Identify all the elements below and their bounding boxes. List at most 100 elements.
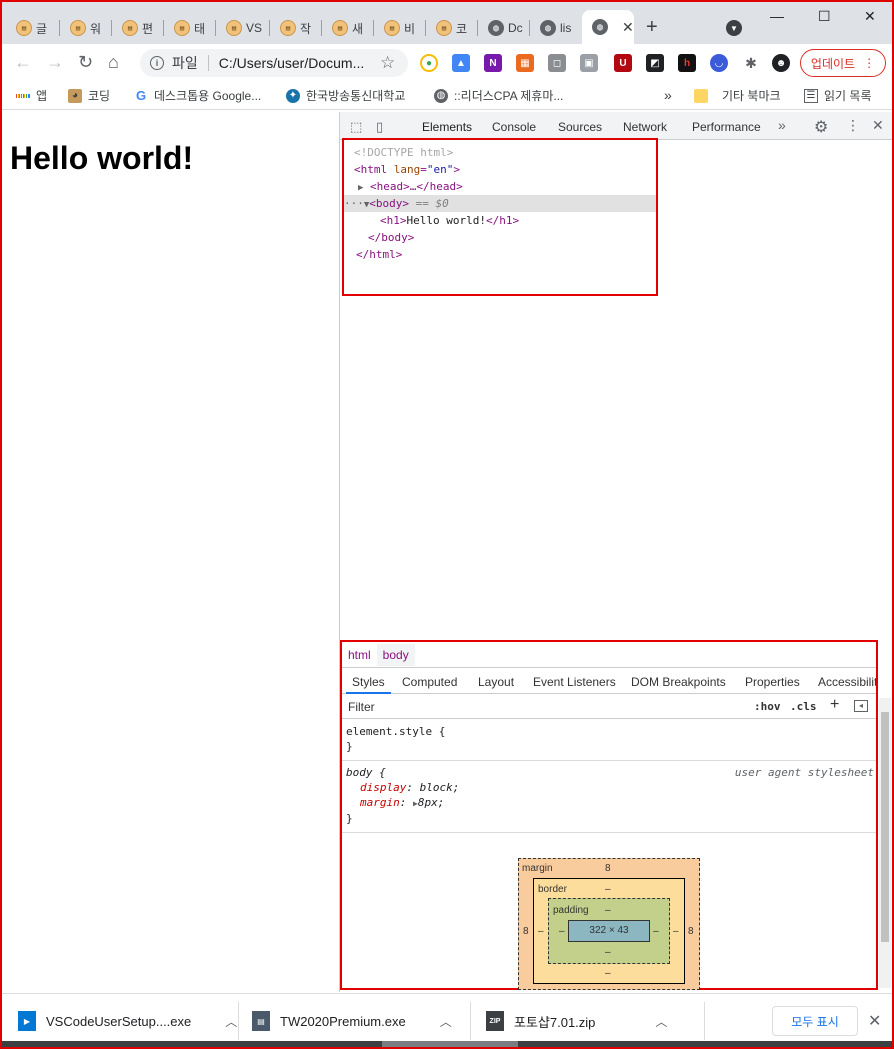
browser-window: ▤ 글 ▤ 워 ▤ 편 ▤ 태 ▤ VS ▤ 작 ▤ 새 ▤ 비 ▤ 코 ◍ D… — [0, 0, 894, 1049]
tab-sources[interactable]: Sources — [558, 120, 602, 134]
dom-body-selected[interactable]: ···▼<body> == $0 — [344, 195, 656, 212]
tab-7[interactable]: ▤ 새 — [322, 14, 374, 42]
close-shelf-icon[interactable]: ✕ — [868, 1011, 881, 1031]
download-item-vscode[interactable]: ▶ VSCodeUserSetup....exe ︿ — [18, 994, 237, 1047]
tab-search-icon[interactable]: ▼ — [726, 20, 742, 36]
subtab-dom-breakpoints[interactable]: DOM Breakpoints — [631, 675, 726, 689]
close-tab-icon[interactable]: ✕ — [622, 19, 634, 36]
box-content[interactable]: 322 × 43 — [568, 920, 650, 942]
tab-performance[interactable]: Performance — [692, 120, 761, 134]
tab-11[interactable]: ◍ lis — [530, 14, 582, 42]
tab-9[interactable]: ▤ 코 — [426, 14, 478, 42]
extension-screens-icon[interactable]: ▣ — [580, 54, 598, 72]
rule-body[interactable]: body { user agent stylesheet display: bl… — [342, 761, 876, 833]
tab-6[interactable]: ▤ 작 — [270, 14, 322, 42]
tab-active[interactable]: ◍ ✕ — [582, 10, 634, 44]
margin-left-value[interactable]: 8 — [523, 926, 529, 937]
tab-2[interactable]: ▤ 워 — [60, 14, 112, 42]
notebook-icon: ▤ — [16, 20, 32, 36]
reload-icon[interactable]: ↻ — [78, 52, 93, 73]
close-window-icon[interactable]: ✕ — [864, 8, 876, 25]
home-icon[interactable]: ⌂ — [108, 52, 119, 73]
tab-8[interactable]: ▤ 비 — [374, 14, 426, 42]
show-all-downloads-button[interactable]: 모두 표시 — [772, 1006, 858, 1036]
new-rule-icon[interactable]: + — [830, 696, 839, 714]
device-toolbar-icon[interactable]: ▯ — [376, 119, 383, 135]
profile-avatar[interactable]: ☻ — [772, 54, 790, 72]
bookmark-leaders-cpa[interactable]: ◍ ::리더스CPA 제휴마... — [434, 87, 563, 104]
more-tabs-icon[interactable]: » — [778, 117, 786, 133]
new-tab-button[interactable]: + — [646, 16, 658, 39]
forward-icon[interactable]: → — [46, 52, 64, 73]
back-icon[interactable]: ← — [14, 52, 32, 73]
ublock-icon[interactable]: U — [614, 54, 632, 72]
extension-circle-icon[interactable]: ◡ — [710, 54, 728, 72]
subtab-event-listeners[interactable]: Event Listeners — [533, 675, 616, 689]
extension-layout-icon[interactable]: ▦ — [516, 54, 534, 72]
margin-right-value[interactable]: 8 — [688, 926, 694, 937]
breadcrumb-html[interactable]: html — [342, 644, 377, 666]
dom-html-open[interactable]: <html lang="en"> — [344, 161, 656, 178]
styles-scrollbar[interactable] — [879, 698, 891, 988]
bookmark-coding[interactable]: ◕ 코딩 — [68, 87, 110, 104]
subtab-computed[interactable]: Computed — [402, 675, 457, 689]
prop-margin[interactable]: margin: ▶8px; — [346, 795, 872, 811]
cls-toggle[interactable]: .cls — [790, 700, 817, 713]
dom-h1[interactable]: <h1>Hello world!</h1> — [344, 212, 656, 229]
bookmarks-overflow[interactable]: » — [664, 87, 672, 103]
dom-html-close[interactable]: </html> — [344, 246, 656, 263]
dom-doctype[interactable]: <!DOCTYPE html> — [344, 144, 656, 161]
subtab-accessibility[interactable]: Accessibility — [818, 675, 876, 689]
bookmark-apps[interactable]: 앱 — [15, 87, 47, 104]
minimize-icon[interactable]: — — [770, 8, 784, 24]
tab-10[interactable]: ◍ Dc — [478, 14, 530, 42]
subtab-layout[interactable]: Layout — [478, 675, 514, 689]
breadcrumb-body[interactable]: body — [376, 643, 415, 666]
extension-box-icon[interactable]: ◻ — [548, 54, 566, 72]
extension-chrome-icon[interactable]: ● — [420, 54, 438, 72]
url-text[interactable]: C:/Users/user/Docum... — [219, 55, 369, 71]
tab-3[interactable]: ▤ 편 — [112, 14, 164, 42]
extension-h-icon[interactable]: h — [678, 54, 696, 72]
extensions-puzzle-icon[interactable]: ✱ — [742, 54, 760, 72]
expand-triangle-icon[interactable]: ▶ — [358, 183, 363, 193]
tab-1[interactable]: ▤ 글 — [6, 14, 60, 42]
subtab-styles[interactable]: Styles — [346, 675, 391, 694]
maximize-icon[interactable]: ☐ — [818, 8, 831, 25]
inspect-element-icon[interactable]: ⬚ — [350, 119, 362, 135]
tab-console[interactable]: Console — [492, 120, 536, 134]
subtab-properties[interactable]: Properties — [745, 675, 800, 689]
download-item-photoshop[interactable]: ZIP 포토샵7.01.zip ︿ — [486, 994, 667, 1047]
toggle-sidebar-icon[interactable]: ◂ — [854, 700, 868, 712]
update-button[interactable]: 업데이트 ⋮ — [800, 49, 886, 77]
chevron-up-icon[interactable]: ︿ — [440, 1013, 452, 1030]
tab-network[interactable]: Network — [623, 120, 667, 134]
extension-dark-icon[interactable]: ◩ — [646, 54, 664, 72]
tab-elements[interactable]: Elements — [415, 120, 479, 140]
rule-element-style[interactable]: element.style { } — [342, 720, 876, 761]
extension-onenote-icon[interactable]: N — [484, 54, 502, 72]
chevron-up-icon[interactable]: ︿ — [655, 1013, 667, 1030]
chevron-up-icon[interactable]: ︿ — [225, 1013, 237, 1030]
bookmarks-bar: 앱 ◕ 코딩 G 데스크톱용 Google... ✦ 한국방송통신대학교 ◍ :… — [2, 82, 892, 110]
tab-4[interactable]: ▤ 태 — [164, 14, 216, 42]
bookmark-star-icon[interactable]: ☆ — [380, 53, 395, 73]
prop-display[interactable]: display: block; — [346, 780, 872, 795]
address-bar[interactable]: i 파일 C:/Users/user/Docum... — [140, 49, 408, 77]
dom-head[interactable]: ▶ <head>…</head> — [344, 178, 656, 195]
extension-drive-icon[interactable]: ▲ — [452, 54, 470, 72]
settings-gear-icon[interactable]: ⚙ — [814, 117, 828, 137]
hov-toggle[interactable]: :hov — [754, 700, 781, 713]
download-item-tw2020[interactable]: ▤ TW2020Premium.exe ︿ — [252, 994, 452, 1047]
bookmark-google-desktop[interactable]: G 데스크톱용 Google... — [134, 87, 261, 104]
margin-top-value[interactable]: 8 — [605, 863, 611, 874]
info-icon[interactable]: i — [150, 56, 164, 70]
reading-list[interactable]: ☰ 읽기 목록 — [804, 87, 872, 104]
bookmark-knou[interactable]: ✦ 한국방송통신대학교 — [286, 87, 405, 104]
dom-body-close[interactable]: </body> — [344, 229, 656, 246]
more-vertical-icon[interactable]: ⋮ — [846, 117, 860, 134]
filter-input[interactable]: Filter — [348, 700, 375, 714]
tab-5[interactable]: ▤ VS — [216, 14, 270, 42]
close-devtools-icon[interactable]: ✕ — [872, 117, 884, 134]
bookmark-other[interactable]: 기타 북마크 — [694, 87, 781, 104]
